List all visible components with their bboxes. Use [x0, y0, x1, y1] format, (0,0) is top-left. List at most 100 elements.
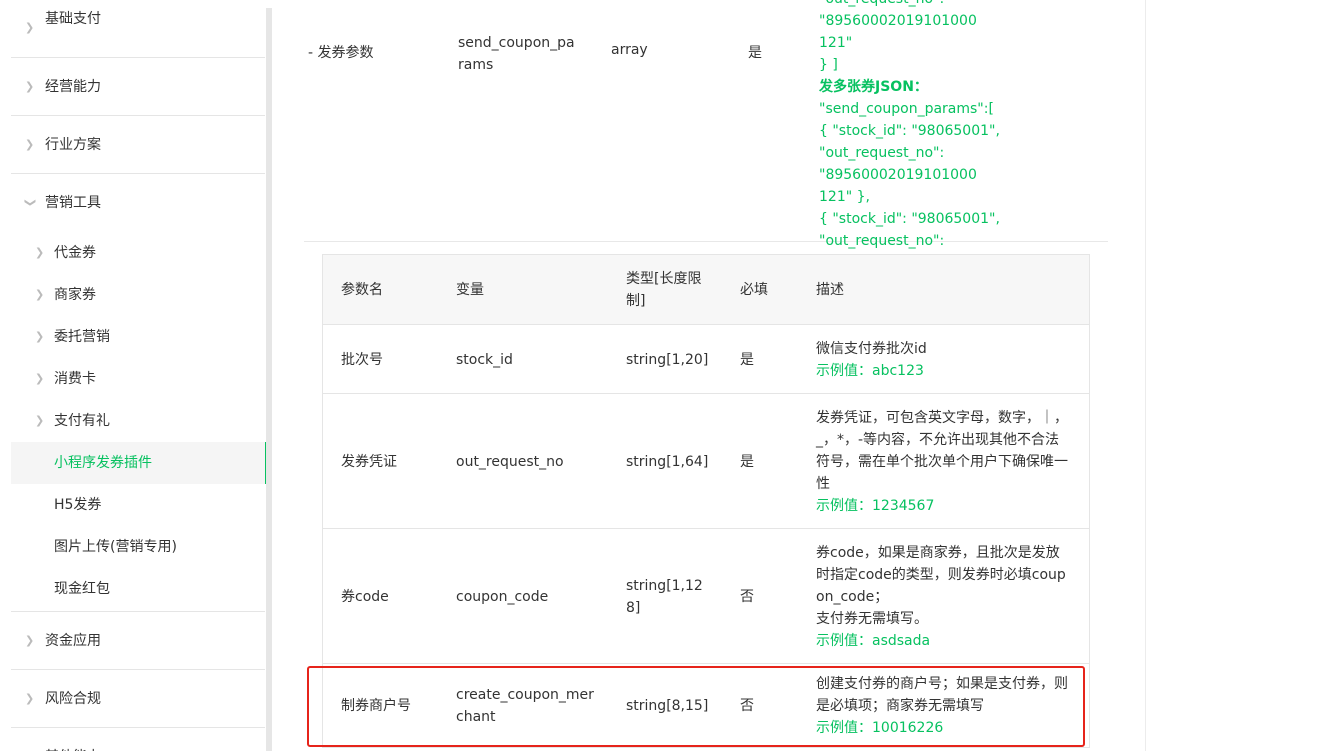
nav-group-label: 资金应用: [45, 633, 101, 649]
cell-type-line: string[1,20]: [626, 352, 709, 368]
nav-group-label: 风险合规: [45, 691, 101, 707]
cell-required: 是: [740, 349, 790, 371]
cell-variable: coupon_code: [456, 586, 596, 608]
cell-variable-line: out_request_no: [456, 454, 564, 470]
nav-group-label: 基础支付: [45, 11, 101, 27]
nav-group-business[interactable]: ❯ 经营能力: [11, 58, 265, 116]
cell-required-line: 否: [740, 589, 754, 605]
description-line: 121" },: [819, 189, 870, 205]
nav-group-basic-payment[interactable]: ❯ 基础支付: [11, 0, 265, 58]
sidebar-sub-item-label: 图片上传(营销专用): [54, 539, 177, 555]
table-row: 发券凭证 out_request_no string[1,64] 是 发券凭证，可包含英…: [323, 394, 1089, 529]
param-variable: send_coupon_pa rams: [458, 32, 588, 76]
nav-group-funds[interactable]: ❯ 资金应用: [11, 612, 265, 670]
cell-description-line: 符号，需在单个批次单个用户下确保唯一: [816, 454, 1068, 470]
cell-name-line: 发券凭证: [341, 454, 397, 470]
description-line: } ]: [819, 57, 838, 73]
cell-name-line: 券code: [341, 589, 389, 605]
sidebar-sub-item[interactable]: ❯ 支付有礼: [11, 400, 265, 442]
cell-description-line: 支付券无需填写。: [816, 611, 928, 627]
cell-description-line: 性: [816, 476, 830, 492]
nav-group-other[interactable]: ❯ 其他能力: [11, 728, 265, 751]
nav-group-industry[interactable]: ❯ 行业方案: [11, 116, 265, 174]
cell-name-line: 批次号: [341, 352, 383, 368]
sidebar-sub-item[interactable]: ❯ 委托营销: [11, 316, 265, 358]
sidebar-sub-item-label: 小程序发券插件: [54, 455, 152, 471]
cell-required-line: 是: [740, 352, 754, 368]
cell-type-line: string[1,12: [626, 578, 703, 594]
chevron-right-icon: ❯: [35, 414, 45, 427]
nav-group-label: 经营能力: [45, 79, 101, 95]
nav-group-risk[interactable]: ❯ 风险合规: [11, 670, 265, 728]
header-required: 必填: [740, 282, 768, 298]
sidebar-sub-item[interactable]: 小程序发券插件: [11, 442, 269, 484]
sidebar-sub-item[interactable]: 图片上传(营销专用): [11, 526, 265, 568]
example-value: 示例值：abc123: [816, 363, 924, 379]
header-type-line: 制]: [626, 293, 646, 309]
sidebar-sub-item[interactable]: ❯ 商家券: [11, 274, 265, 316]
param-description: "out_request_no": "89560002019101000 121"…: [819, 0, 1099, 296]
table-row: 批次号 stock_id string[1,20] 是 微信支付券批次id 示例值：abc…: [323, 325, 1089, 394]
sidebar-sub-item[interactable]: H5发券: [11, 484, 265, 526]
cell-description: 券code，如果是商家券，且批次是发放 时指定code的类型，则发券时必填coup…: [816, 542, 1081, 652]
header-description: 描述: [816, 282, 844, 298]
cell-name: 发券凭证: [341, 451, 451, 473]
sidebar-sub-item-label: 消费卡: [54, 371, 96, 387]
cell-description-line: 时指定code的类型，则发券时必填coup: [816, 567, 1066, 583]
nav-group-label: 营销工具: [45, 195, 101, 211]
chevron-right-icon: ❯: [35, 288, 45, 301]
description-line: "send_coupon_params":[: [819, 101, 994, 117]
cell-description-line: 微信支付券批次id: [816, 341, 927, 357]
nav-group-label: 行业方案: [45, 137, 101, 153]
cell-description: 发券凭证，可包含英文字母，数字，｜， _，*，-等内容，不允许出现其他不合法 符号，…: [816, 407, 1081, 517]
sidebar-sub-item-label: 现金红包: [54, 581, 110, 597]
sidebar: ❯ 基础支付 ❯ 经营能力 ❯ 行业方案 ❯ 营销工具 ❯ 代金券 ❯ 商家券 ❯ 委托营…: [0, 0, 272, 751]
cell-description: 微信支付券批次id 示例值：abc123: [816, 338, 1081, 382]
cell-description-line: 发券凭证，可包含英文字母，数字，｜，: [816, 410, 1068, 426]
cell-type: string[1,20]: [626, 349, 716, 371]
cell-variable-line: coupon_code: [456, 589, 549, 605]
example-value: 示例值：asdsada: [816, 633, 931, 649]
sidebar-sub-item[interactable]: ❯ 消费卡: [11, 358, 265, 400]
param-name[interactable]: - 发券参数: [308, 42, 374, 62]
description-line: "out_request_no": "89560002019101000: [819, 145, 977, 183]
example-value: 示例值：1234567: [816, 498, 935, 514]
cell-description-line: 券code，如果是商家券，且批次是发放: [816, 545, 1060, 561]
description-line: 121": [819, 35, 853, 51]
sidebar-sub-item-label: 支付有礼: [54, 413, 110, 429]
cell-variable: out_request_no: [456, 451, 596, 473]
nav-group-label: 其他能力: [45, 728, 101, 751]
chevron-right-icon: ❯: [25, 634, 35, 647]
chevron-right-icon: ❯: [25, 21, 35, 34]
sub-table-header: 参数名 变量 类型[长度限 制] 必填 描述: [323, 255, 1089, 325]
param-type: array: [611, 42, 648, 58]
cell-name: 批次号: [341, 349, 451, 371]
highlight-box: [307, 666, 1085, 747]
nav-group-marketing[interactable]: ❯ 营销工具: [11, 174, 265, 232]
sidebar-sub-item[interactable]: ❯ 代金券: [11, 232, 265, 274]
description-line: { "stock_id": "98065001",: [819, 123, 1000, 139]
sidebar-sub-item-label: 商家券: [54, 287, 96, 303]
chevron-right-icon: ❯: [35, 330, 45, 343]
chevron-right-icon: ❯: [25, 138, 35, 151]
description-line: "out_request_no": "89560002019101000: [819, 0, 977, 29]
cell-type: string[1,12 8]: [626, 575, 716, 619]
chevron-right-icon: ❯: [25, 692, 35, 705]
sidebar-sub-item-label: H5发券: [54, 497, 102, 513]
cell-required: 是: [740, 451, 790, 473]
description-line: { "stock_id": "98065001",: [819, 211, 1000, 227]
cell-variable-line: stock_id: [456, 352, 513, 368]
table-row: 券code coupon_code string[1,12 8] 否 券code，如果是商…: [323, 529, 1089, 664]
cell-required-line: 是: [740, 454, 754, 470]
cell-required: 否: [740, 586, 790, 608]
sidebar-sub-item[interactable]: 现金红包: [11, 568, 265, 612]
chevron-right-icon: ❯: [35, 372, 45, 385]
doc-main: - 发券参数 send_coupon_pa rams array 是 "out_…: [272, 0, 1146, 751]
chevron-right-icon: ❯: [25, 80, 35, 93]
header-variable: 变量: [456, 282, 484, 298]
param-variable-line: send_coupon_pa: [458, 35, 575, 51]
cell-type-line: 8]: [626, 600, 641, 616]
content-right-border: [1145, 0, 1146, 751]
cell-description-line: _，*，-等内容，不允许出现其他不合法: [816, 432, 1060, 448]
sidebar-nav: ❯ 基础支付 ❯ 经营能力 ❯ 行业方案 ❯ 营销工具 ❯ 代金券 ❯ 商家券 ❯ 委托营…: [11, 0, 269, 751]
